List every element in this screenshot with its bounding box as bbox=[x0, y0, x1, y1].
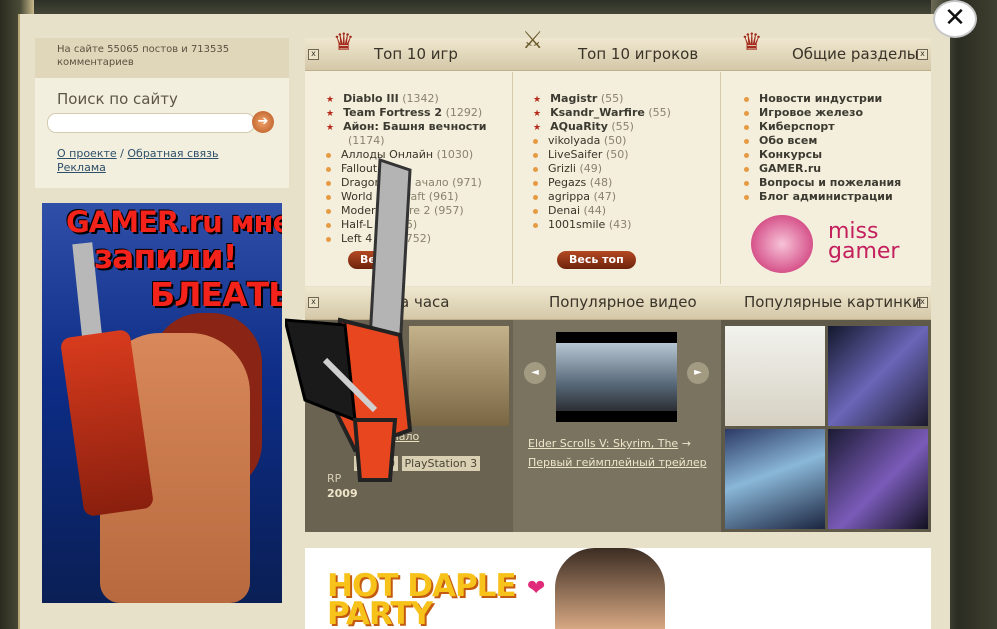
list-item[interactable]: LiveSaifer (50) bbox=[533, 148, 671, 162]
pictures-title: Популярные картинки bbox=[744, 293, 922, 311]
footer-banner-ad[interactable]: HOT DAPLE PARTY ❤ bbox=[305, 548, 931, 629]
list-item[interactable]: ★ Айон: Башня вечности bbox=[326, 120, 486, 134]
footer-ad-text: HOT DAPLE PARTY bbox=[327, 571, 517, 629]
star-icon: ★ bbox=[533, 95, 542, 105]
list-item[interactable]: Denai (44) bbox=[533, 204, 671, 218]
feedback-link[interactable]: Обратная связь bbox=[127, 147, 218, 160]
video-next-button[interactable]: ► bbox=[687, 362, 709, 384]
video-frame bbox=[556, 343, 677, 411]
miss-gamer-logo-text[interactable]: miss gamer bbox=[828, 221, 908, 263]
video-caption: Elder Scrolls V: Skyrim, The → bbox=[528, 437, 691, 450]
all-players-button[interactable]: Весь топ bbox=[557, 251, 636, 269]
ad-text-line3: БЛЕАТЬ bbox=[150, 275, 282, 314]
ad-text-line1: GAMER.ru мне bbox=[66, 205, 282, 239]
close-left-icon[interactable]: x bbox=[308, 49, 319, 60]
list-item[interactable]: Pegazs (48) bbox=[533, 176, 671, 190]
list-item[interactable]: ★ Magistr (55) bbox=[533, 92, 671, 106]
video-title-link[interactable]: Elder Scrolls V: Skyrim, The bbox=[528, 437, 678, 450]
sections-list: Новости индустрии Игровое железо Киберсп… bbox=[744, 92, 901, 204]
crown-icon: ♛ bbox=[333, 28, 355, 56]
footer-ad-line2: PARTY bbox=[327, 596, 433, 629]
site-stats-text: На сайте 55065 постов и 713535 комментар… bbox=[57, 44, 230, 68]
list-item[interactable]: ★ AQuaRity (55) bbox=[533, 120, 671, 134]
search-input[interactable] bbox=[47, 113, 255, 133]
site-stats: На сайте 55065 постов и 713535 комментар… bbox=[35, 38, 289, 79]
list-item[interactable]: vikolyada (50) bbox=[533, 134, 671, 148]
chainsaw-cursor-icon bbox=[285, 157, 413, 482]
bullet-icon bbox=[533, 138, 538, 144]
video-title: Популярное видео bbox=[549, 293, 697, 311]
miss-gamer-logo-icon[interactable] bbox=[751, 215, 813, 273]
picture-thumbnail[interactable] bbox=[828, 326, 928, 426]
search-box: Поиск по сайту ➔ О проекте / Обратная св… bbox=[35, 78, 289, 188]
list-item[interactable]: Блог администрации bbox=[744, 190, 901, 204]
list-item[interactable]: Игровое железо bbox=[744, 106, 901, 120]
list-item[interactable]: ★ Ksandr_Warfire (55) bbox=[533, 106, 671, 120]
search-go-button[interactable]: ➔ bbox=[252, 111, 274, 133]
arrow-right-icon: ➔ bbox=[257, 114, 269, 129]
bullet-icon bbox=[744, 110, 749, 116]
shield-swords-icon: ⚔ bbox=[522, 26, 544, 54]
bullet-icon bbox=[744, 180, 749, 186]
list-item[interactable]: ★ Diablo III (1342) bbox=[326, 92, 486, 106]
bullet-icon bbox=[533, 208, 538, 214]
list-item[interactable]: ★ Team Fortress 2 (1292) bbox=[326, 106, 486, 120]
list-item[interactable]: Конкурсы bbox=[744, 148, 901, 162]
top-players-title: Топ 10 игроков bbox=[578, 45, 699, 63]
bullet-icon bbox=[533, 166, 538, 172]
close-button[interactable]: ✕ bbox=[933, 0, 977, 38]
video-prev-button[interactable]: ◄ bbox=[524, 362, 546, 384]
star-icon: ★ bbox=[326, 123, 335, 133]
star-icon: ★ bbox=[326, 109, 335, 119]
sidebar-banner-ad[interactable]: GAMER.ru мне запили! БЛЕАТЬ bbox=[42, 203, 282, 603]
column-divider bbox=[512, 72, 513, 284]
crown-icon-2: ♛ bbox=[741, 28, 763, 56]
hour-game-cover[interactable] bbox=[409, 326, 509, 426]
star-icon: ★ bbox=[533, 109, 542, 119]
picture-thumbnail[interactable] bbox=[828, 429, 928, 529]
picture-thumbnail[interactable] bbox=[725, 326, 825, 426]
list-item[interactable]: agrippa (47) bbox=[533, 190, 671, 204]
top-players-list: ★ Magistr (55) ★ Ksandr_Warfire (55) ★ AQua… bbox=[533, 92, 671, 232]
about-link[interactable]: О проекте bbox=[57, 147, 117, 160]
bullet-icon bbox=[744, 124, 749, 130]
bullet-icon bbox=[533, 222, 538, 228]
bullet-icon bbox=[744, 166, 749, 172]
sections-title: Общие разделы bbox=[792, 45, 919, 63]
list-item[interactable]: Новости индустрии bbox=[744, 92, 901, 106]
ads-link[interactable]: Реклама bbox=[57, 161, 106, 174]
sidebar-links: О проекте / Обратная связь Реклама bbox=[57, 147, 218, 175]
video-subtitle-link[interactable]: Первый геймплейный трейлер bbox=[528, 456, 707, 469]
list-item[interactable]: GAMER.ru bbox=[744, 162, 901, 176]
video-thumbnail[interactable] bbox=[556, 332, 677, 422]
bullet-icon bbox=[744, 152, 749, 158]
bullet-icon bbox=[744, 194, 749, 200]
arrow-icon: → bbox=[681, 437, 691, 450]
bullet-icon bbox=[533, 194, 538, 200]
bullet-icon bbox=[533, 152, 538, 158]
bullet-icon bbox=[744, 138, 749, 144]
column-divider-2 bbox=[720, 72, 721, 284]
list-item-count: (1174) bbox=[348, 134, 385, 147]
list-item[interactable]: Grizli (49) bbox=[533, 162, 671, 176]
footer-ad-figure bbox=[555, 548, 665, 629]
ad-text-line2: запили! bbox=[94, 237, 238, 276]
search-title: Поиск по сайту bbox=[57, 90, 178, 108]
bullet-icon bbox=[744, 96, 749, 102]
star-icon: ★ bbox=[533, 123, 542, 133]
list-item[interactable]: Обо всем bbox=[744, 134, 901, 148]
bullet-icon bbox=[533, 180, 538, 186]
picture-thumbnail[interactable] bbox=[725, 429, 825, 529]
link-separator: / bbox=[120, 147, 124, 160]
top-games-title: Топ 10 игр bbox=[374, 45, 458, 63]
list-item[interactable]: Вопросы и пожелания bbox=[744, 176, 901, 190]
list-item[interactable]: Киберспорт bbox=[744, 120, 901, 134]
list-item[interactable]: 1001smile (43) bbox=[533, 218, 671, 232]
star-icon: ★ bbox=[326, 95, 335, 105]
lips-icon: ❤ bbox=[527, 576, 546, 601]
